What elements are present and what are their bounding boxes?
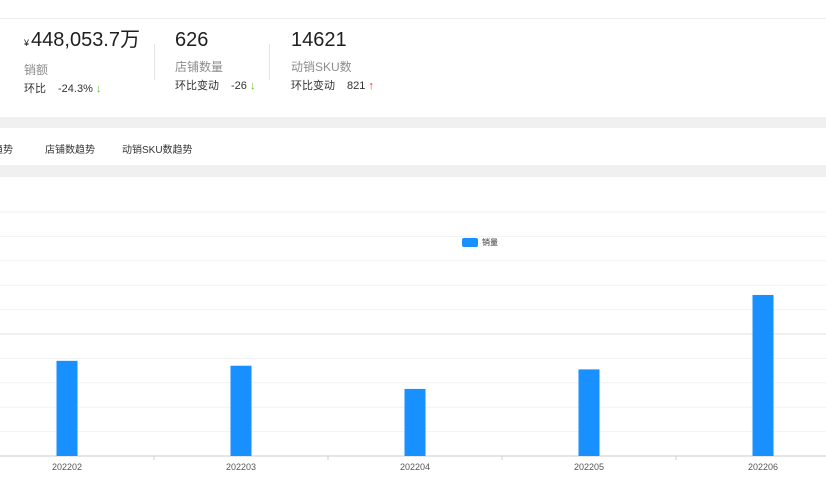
x-tick-label: 202203 — [226, 462, 256, 472]
stat-sales-change-value: -24.3% — [58, 83, 93, 95]
bar — [578, 369, 600, 456]
stat-sku: 14621 动销SKU数 环比变动 821 ↑ — [291, 28, 374, 93]
bar — [752, 294, 774, 456]
tab-sales-trend[interactable]: 趋势 — [0, 141, 13, 156]
x-tick-label: 202205 — [574, 462, 604, 472]
tab-store-trend[interactable]: 店铺数趋势 — [45, 141, 95, 156]
stat-sales-value: 448,053.7万 — [31, 29, 140, 51]
stat-sku-change-label: 环比变动 — [291, 80, 335, 92]
x-tick-label: 202206 — [748, 462, 778, 472]
stat-divider — [269, 44, 270, 80]
x-tick-label: 202202 — [52, 462, 82, 472]
stat-stores-label: 店铺数量 — [175, 60, 224, 74]
section-gap — [0, 117, 826, 128]
bar — [56, 360, 78, 456]
stat-stores-value: 626 — [175, 29, 209, 51]
trend-tabs: 趋势 店铺数趋势 动销SKU数趋势 — [0, 128, 826, 164]
arrow-down-icon: ↓ — [249, 80, 256, 92]
x-tick-label: 202204 — [400, 462, 430, 472]
stat-stores-change-label: 环比变动 — [175, 80, 219, 92]
stat-sku-value: 14621 — [291, 29, 347, 51]
stat-sales-change: 环比 -24.3% ↓ — [24, 83, 140, 96]
arrow-down-icon: ↓ — [95, 83, 102, 95]
stat-sku-change-value: 821 — [347, 80, 366, 92]
stat-sales-change-label: 环比 — [24, 83, 46, 95]
stat-stores-change: 环比变动 -26 ↓ — [175, 80, 255, 93]
section-gap — [0, 165, 826, 177]
stat-stores: 626 店铺数量 环比变动 -26 ↓ — [175, 28, 255, 93]
header-divider — [0, 18, 826, 19]
tab-sku-trend[interactable]: 动销SKU数趋势 — [122, 141, 193, 156]
stat-sku-change: 环比变动 821 ↑ — [291, 80, 374, 93]
bar — [404, 388, 426, 456]
bar — [230, 365, 252, 456]
stat-stores-change-value: -26 — [231, 80, 247, 92]
currency-symbol: ¥ — [24, 38, 30, 48]
sales-bar-chart: 202202 202203 202204 202205 202206 — [0, 211, 826, 472]
stat-sku-label: 动销SKU数 — [291, 60, 352, 74]
stat-sales-value-row: ¥448,053.7万 — [24, 28, 140, 55]
stat-divider — [154, 44, 155, 80]
stat-sales: ¥448,053.7万 销额 环比 -24.3% ↓ — [24, 28, 140, 96]
arrow-up-icon: ↑ — [368, 80, 374, 92]
stat-sales-label: 销额 — [24, 63, 49, 77]
